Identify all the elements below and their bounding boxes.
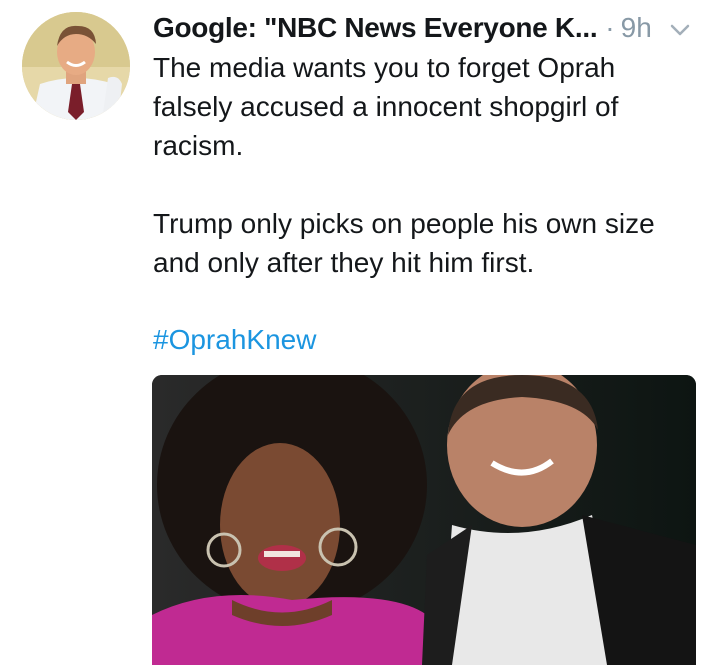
chevron-down-icon[interactable] (666, 16, 694, 44)
separator-dot: · (605, 12, 615, 43)
tweet-text-paragraph-2: Trump only picks on people his own size … (153, 208, 655, 278)
tweet-text: The media wants you to forget Oprah fals… (153, 48, 698, 282)
tweet-media-photo[interactable] (152, 375, 696, 665)
tweet-header: Google: "NBC News Everyone K... · 9h (153, 8, 713, 48)
timestamp[interactable]: 9h (621, 12, 652, 44)
author-name[interactable]: Google: "NBC News Everyone K... (153, 12, 598, 44)
tweet-text-paragraph-1: The media wants you to forget Oprah fals… (153, 52, 619, 161)
tweet[interactable]: Google: "NBC News Everyone K... · 9h The… (0, 0, 720, 665)
hashtag-link[interactable]: #OprahKnew (153, 320, 316, 359)
avatar[interactable] (22, 12, 130, 120)
